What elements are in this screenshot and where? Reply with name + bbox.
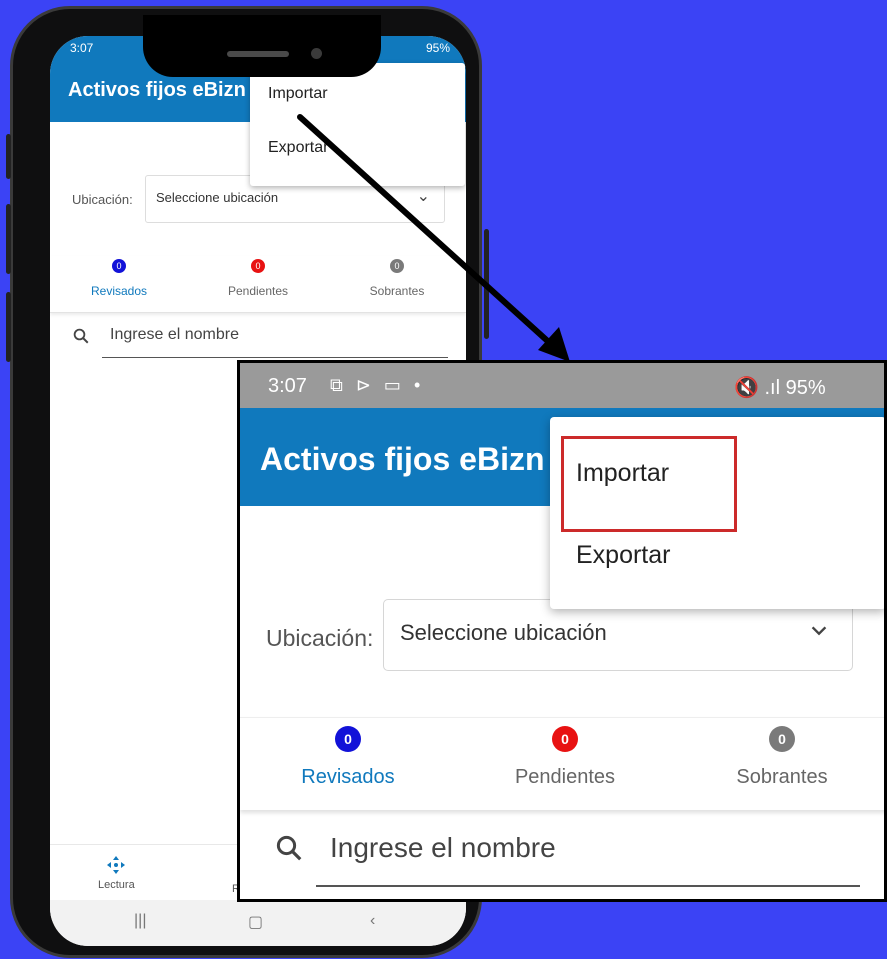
tab-revisados[interactable]: 0 Revisados — [50, 256, 188, 312]
search-icon — [276, 835, 302, 861]
search-underline — [316, 885, 860, 887]
phone-side-button — [6, 204, 11, 274]
location-select[interactable]: Seleccione ubicación — [383, 599, 853, 671]
tab-pendientes[interactable]: 0 Pendientes — [189, 256, 327, 312]
status-time: 3:07 — [268, 375, 307, 397]
status-bar: 3:07 ⧉ ⊳ ▭ • 🔇 .ıl 95% — [240, 363, 884, 408]
tab-bar: 0 Revisados 0 Pendientes 0 Sobrantes — [240, 717, 884, 810]
search-placeholder: Ingrese el nombre — [330, 832, 556, 863]
tab-sobrantes[interactable]: 0 Sobrantes — [328, 256, 466, 312]
location-select-value: Seleccione ubicación — [156, 190, 279, 205]
location-label: Ubicación: — [72, 192, 133, 207]
count-badge: 0 — [390, 259, 404, 273]
app-title: Activos fijos eBizn — [68, 79, 246, 101]
count-badge: 0 — [769, 726, 795, 752]
menu-item-importar[interactable]: Importar — [268, 85, 328, 103]
system-navigation-bar: ||| ▢ ‹ — [50, 900, 466, 946]
count-badge: 0 — [552, 726, 578, 752]
phone-side-button — [484, 229, 489, 339]
tab-label: Revisados — [301, 766, 395, 788]
search-placeholder: Ingrese el nombre — [110, 326, 239, 343]
search-field[interactable]: Ingrese el nombre — [240, 815, 884, 899]
speaker-grill — [227, 51, 289, 57]
notification-icons: ⧉ ⊳ ▭ • — [330, 375, 425, 395]
nav-lectura[interactable]: Lectura — [98, 855, 135, 891]
search-field[interactable]: Ingrese el nombre — [72, 321, 450, 361]
count-badge: 0 — [335, 726, 361, 752]
nav-label-lectura: Lectura — [98, 879, 135, 891]
menu-item-importar[interactable]: Importar — [576, 459, 669, 488]
location-select-value: Seleccione ubicación — [400, 620, 607, 645]
chevron-down-icon — [811, 626, 827, 636]
battery-level: 95% — [425, 41, 450, 55]
tab-label: Sobrantes — [736, 766, 828, 788]
recents-button[interactable]: ||| — [134, 912, 146, 930]
status-time: 3:07 — [70, 41, 94, 55]
menu-item-exportar[interactable]: Exportar — [268, 139, 328, 157]
phone-notch — [143, 15, 381, 77]
front-camera — [311, 48, 322, 59]
count-badge: 0 — [112, 259, 126, 273]
tab-pendientes[interactable]: 0 Pendientes — [457, 718, 673, 810]
tab-revisados[interactable]: 0 Revisados — [240, 718, 456, 810]
tab-label: Pendientes — [514, 766, 616, 788]
tab-label: Revisados — [90, 284, 148, 298]
tab-sobrantes[interactable]: 0 Sobrantes — [674, 718, 884, 810]
status-right-icons: 🔇 .ıl 95% — [734, 377, 826, 399]
tab-label: Sobrantes — [369, 284, 425, 298]
search-underline — [102, 357, 448, 358]
phone-side-button — [6, 134, 11, 179]
move-icon — [107, 856, 126, 874]
tab-label: Pendientes — [227, 284, 289, 298]
chevron-down-icon: ⌄ — [416, 188, 430, 205]
location-label: Ubicación: — [266, 625, 374, 651]
search-icon — [73, 328, 89, 344]
tab-bar: 0 Revisados 0 Pendientes 0 Sobrantes — [50, 256, 466, 313]
count-badge: 0 — [251, 259, 265, 273]
phone-side-button — [6, 292, 11, 362]
overflow-menu: Importar Exportar — [550, 417, 884, 609]
back-button[interactable]: ‹ — [370, 912, 375, 930]
home-button[interactable]: ▢ — [248, 912, 263, 932]
app-title: Activos fijos eBizn — [260, 441, 545, 477]
overflow-menu: Importar Exportar — [250, 63, 465, 186]
menu-item-exportar[interactable]: Exportar — [576, 541, 670, 570]
zoomed-detail-panel: 3:07 ⧉ ⊳ ▭ • 🔇 .ıl 95% Activos fijos eBi… — [237, 360, 887, 902]
